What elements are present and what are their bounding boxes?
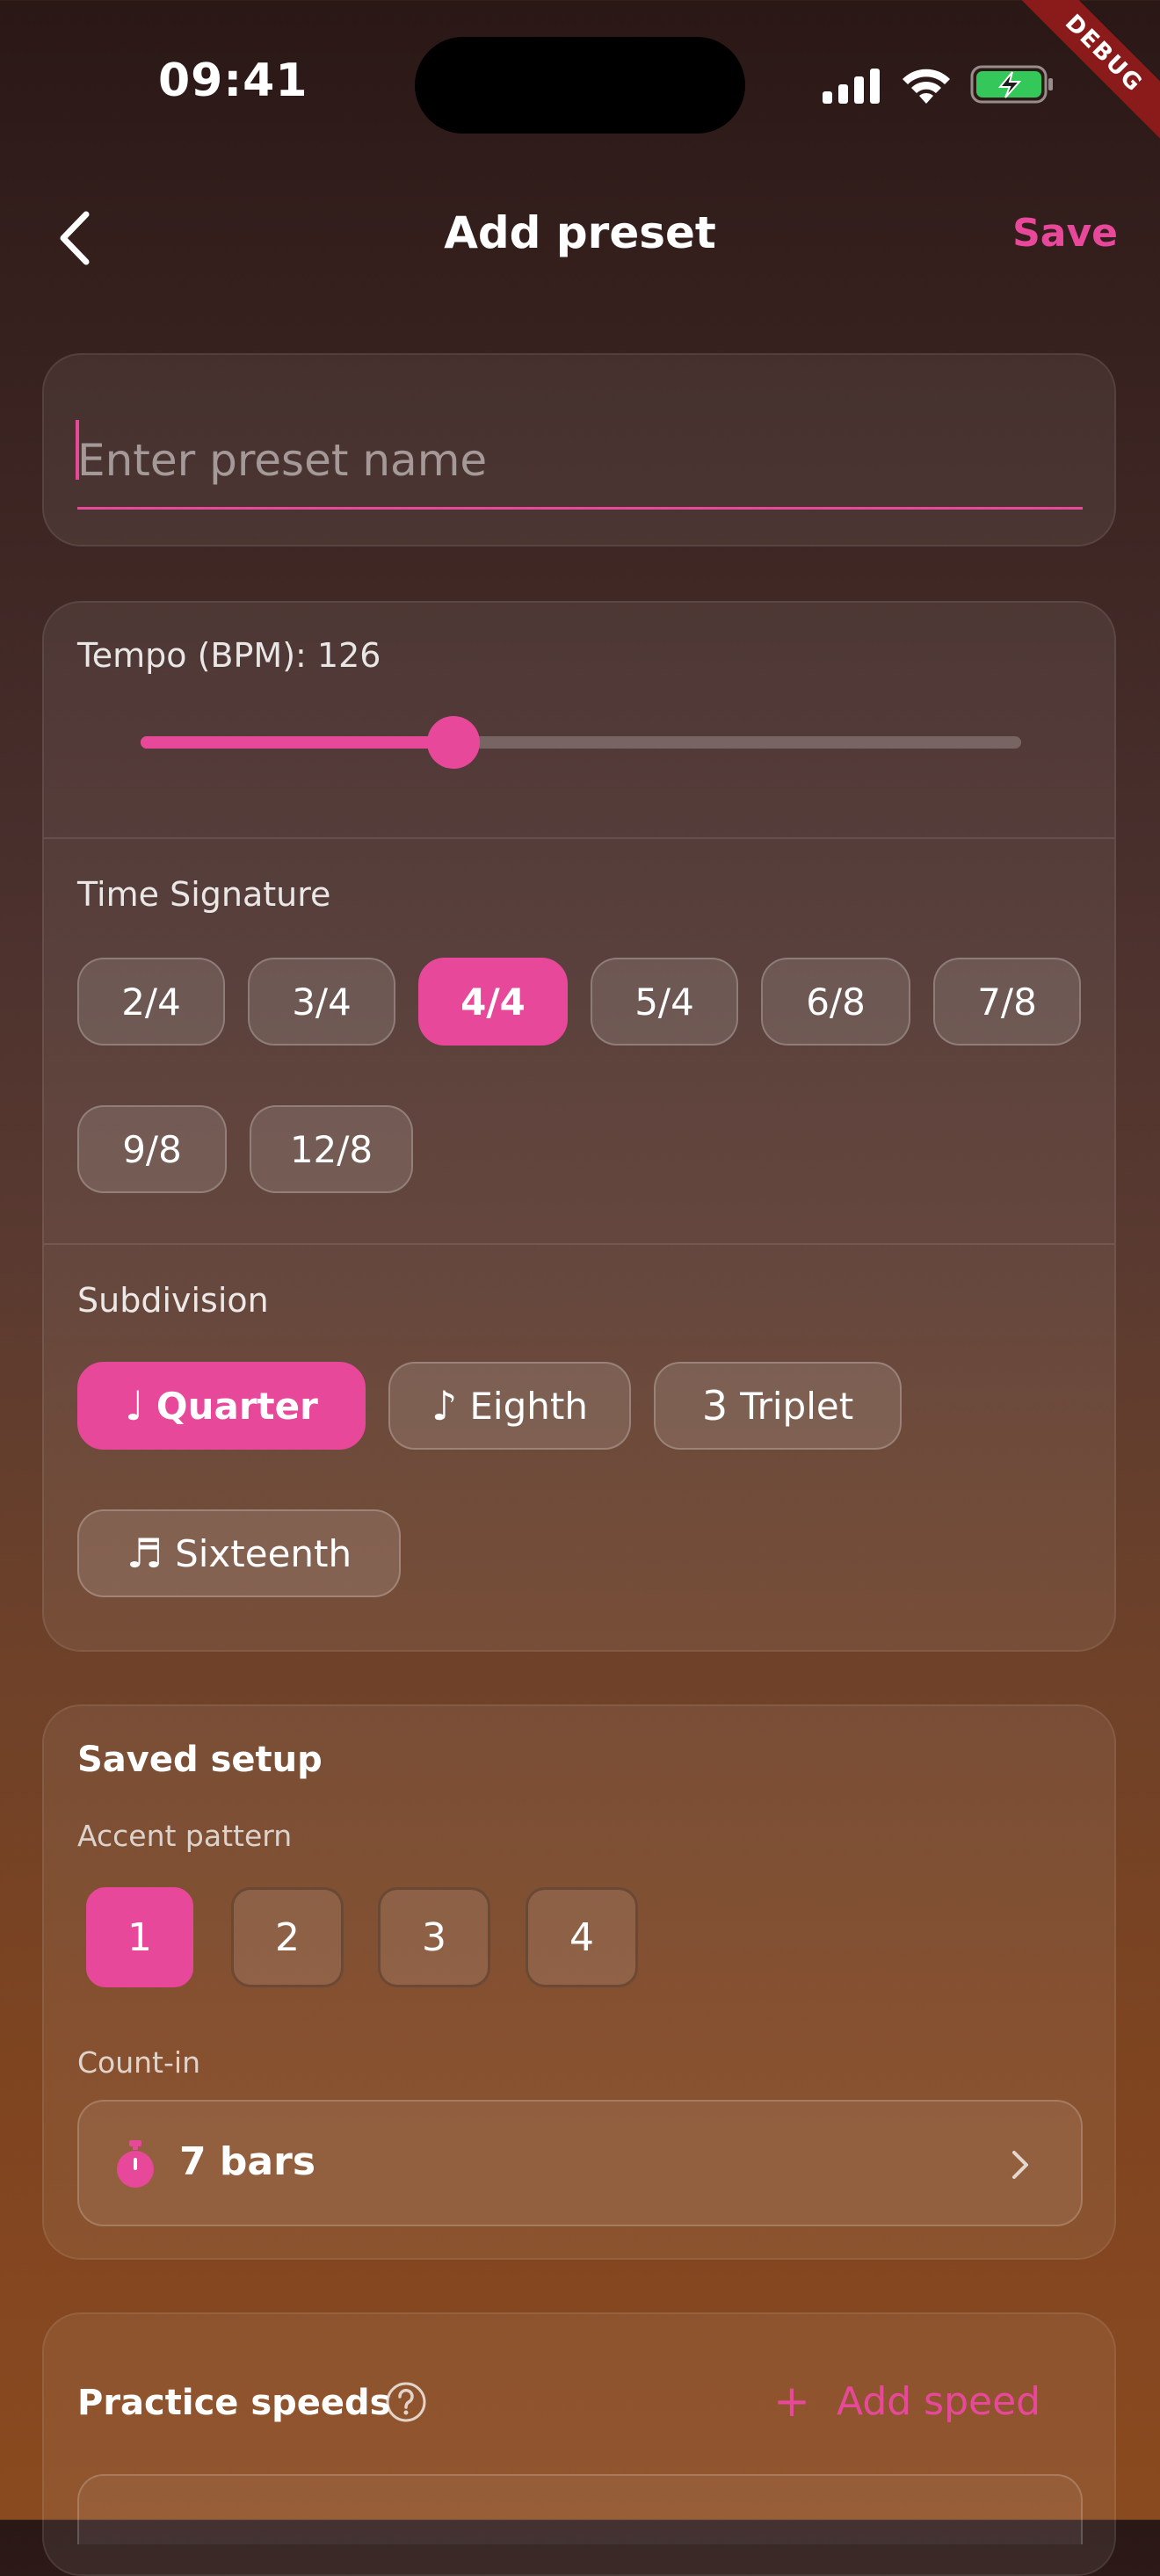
tempo-slider-fill [141, 736, 453, 749]
add-speed-button[interactable]: Add speed [837, 2379, 1040, 2424]
practice-speed-item [77, 2474, 1083, 2544]
text-caret [76, 420, 79, 480]
accent-beat-button[interactable]: 1 [86, 1887, 193, 1987]
question-circle-icon[interactable] [385, 2381, 427, 2423]
cellular-signal-icon [823, 69, 880, 104]
dynamic-island [415, 37, 745, 134]
eighth-note-icon: ♪ [431, 1382, 458, 1429]
subdivision-chip-sixteenth[interactable]: ♬ Sixteenth [77, 1509, 401, 1597]
debug-banner: DEBUG [984, 0, 1160, 176]
time-signature-chip[interactable]: 2/4 [77, 958, 225, 1046]
subdivision-label-eighth: Eighth [469, 1384, 588, 1428]
time-signature-chip[interactable]: 9/8 [77, 1105, 227, 1193]
subdivision-chip-triplet[interactable]: 3 Triplet [654, 1362, 902, 1450]
triplet-icon: 3 [701, 1382, 729, 1429]
time-signature-chip[interactable]: 7/8 [933, 958, 1081, 1046]
status-time: 09:41 [158, 54, 308, 107]
tempo-slider-thumb[interactable] [427, 716, 480, 769]
plus-icon[interactable]: + [773, 2376, 810, 2427]
wifi-icon [903, 69, 950, 104]
time-signature-chip[interactable]: 3/4 [248, 958, 395, 1046]
subdivision-label-quarter: Quarter [156, 1384, 318, 1428]
save-button[interactable]: Save [1012, 211, 1118, 256]
divider [44, 837, 1114, 839]
subdivision-label-triplet: Triplet [740, 1384, 854, 1428]
page-title: Add preset [444, 207, 716, 258]
subdivision-chip-eighth[interactable]: ♪ Eighth [388, 1362, 631, 1450]
preset-name-input[interactable] [77, 413, 1083, 510]
accent-beat-button[interactable]: 3 [378, 1887, 490, 1987]
practice-speeds-title: Practice speeds [77, 2383, 391, 2423]
time-signature-chip[interactable]: 12/8 [250, 1105, 413, 1193]
count-in-label: Count-in [77, 2045, 200, 2080]
tempo-label: Tempo (BPM): 126 [77, 636, 381, 675]
subdivision-label: Subdivision [77, 1281, 269, 1320]
accent-beat-button[interactable]: 2 [231, 1887, 344, 1987]
time-signature-label: Time Signature [77, 875, 331, 914]
saved-setup-title: Saved setup [77, 1740, 323, 1780]
time-signature-chip[interactable]: 6/8 [761, 958, 910, 1046]
divider [44, 1243, 1114, 1245]
subdivision-chip-quarter[interactable]: ♩ Quarter [77, 1362, 366, 1450]
chevron-right-icon [1012, 2151, 1028, 2179]
stopwatch-icon [117, 2140, 154, 2188]
subdivision-label-sixteenth: Sixteenth [175, 1531, 352, 1575]
accent-pattern-label: Accent pattern [77, 1819, 293, 1853]
time-signature-chip[interactable]: 5/4 [591, 958, 738, 1046]
time-signature-chip-selected[interactable]: 4/4 [418, 958, 568, 1046]
sixteenth-notes-icon: ♬ [126, 1530, 163, 1577]
count-in-value: 7 bars [179, 2139, 316, 2184]
accent-beat-button[interactable]: 4 [526, 1887, 638, 1987]
debug-banner-label: DEBUG [996, 0, 1160, 162]
quarter-note-icon: ♩ [125, 1382, 144, 1429]
